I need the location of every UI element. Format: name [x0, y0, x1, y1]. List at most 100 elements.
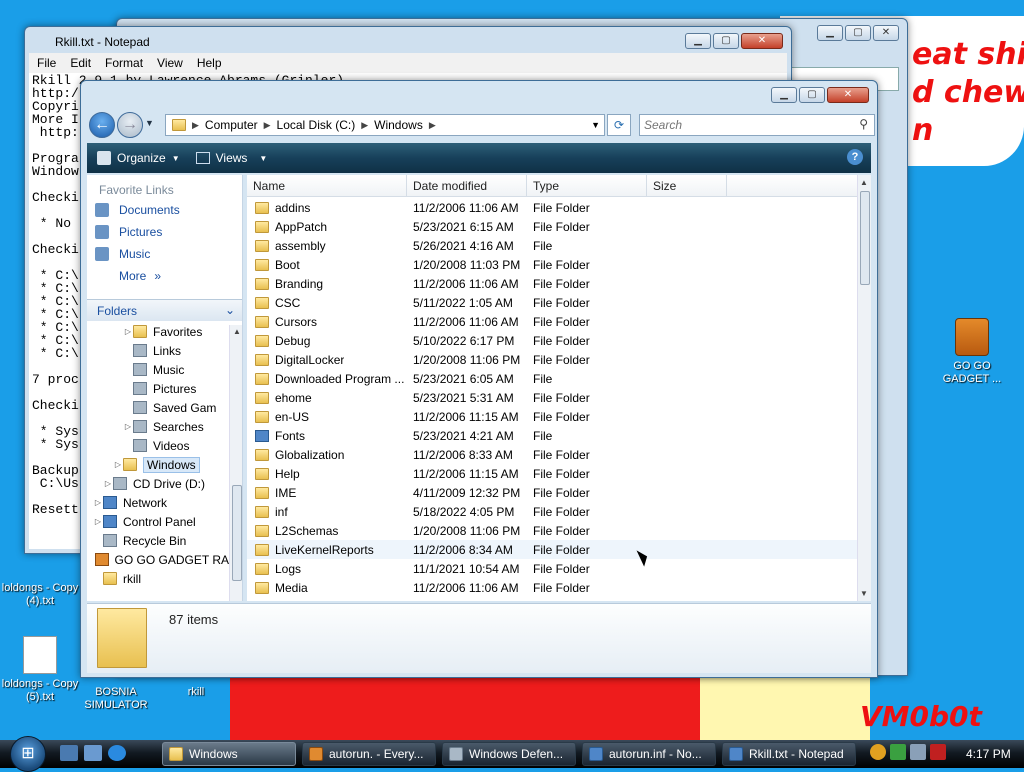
maximize-button[interactable]: ▢	[799, 87, 825, 103]
scroll-up-icon[interactable]: ▲	[233, 327, 241, 336]
tree-item[interactable]: ▷ Windows	[87, 455, 229, 474]
file-row[interactable]: Cursors 11/2/2006 11:06 AM File Folder	[247, 312, 857, 331]
tree-item[interactable]: Pictures	[87, 379, 229, 398]
close-button[interactable]: ✕	[741, 33, 783, 49]
explorer-window[interactable]: ▁ ▢ ✕ ← → ▼ ▶ Computer ▶ Local Disk (C:)…	[80, 80, 878, 678]
switch-windows-icon[interactable]	[84, 745, 102, 761]
file-row[interactable]: LiveKernelReports 11/2/2006 8:34 AM File F…	[247, 540, 857, 559]
breadcrumb-computer[interactable]: Computer	[199, 118, 264, 132]
file-row[interactable]: Debug 5/10/2022 6:17 PM File Folder	[247, 331, 857, 350]
tree-item[interactable]: Music	[87, 360, 229, 379]
tree-item[interactable]: ▷ Favorites	[87, 322, 229, 341]
clock[interactable]: 4:17 PM	[966, 747, 1011, 761]
network-icon[interactable]	[910, 744, 926, 760]
taskbar-button[interactable]: autorun.inf - No...	[582, 742, 716, 766]
search-input[interactable]	[644, 116, 844, 134]
column-size[interactable]: Size	[647, 175, 727, 196]
scrollbar-thumb[interactable]	[232, 485, 242, 581]
file-row[interactable]: AppPatch 5/23/2021 6:15 AM File Folder	[247, 217, 857, 236]
breadcrumb-windows[interactable]: Windows	[368, 118, 429, 132]
start-button[interactable]: ⊞	[10, 736, 46, 772]
favorite-links-more[interactable]: More »	[87, 265, 242, 287]
file-row[interactable]: Logs 11/1/2021 10:54 AM File Folder	[247, 559, 857, 578]
file-row[interactable]: DigitalLocker 1/20/2008 11:06 PM File Fold…	[247, 350, 857, 369]
expand-icon[interactable]: ▷	[113, 460, 123, 469]
file-row[interactable]: Help 11/2/2006 11:15 AM File Folder	[247, 464, 857, 483]
file-row[interactable]: Downloaded Program ... 5/23/2021 6:05 AM F…	[247, 369, 857, 388]
search-icon[interactable]: ⚲	[859, 117, 868, 131]
file-list-scrollbar[interactable]: ▲ ▼	[857, 175, 871, 601]
tree-item[interactable]: ▷ CD Drive (D:)	[87, 474, 229, 493]
search-icon[interactable]	[870, 744, 886, 760]
minimize-button[interactable]: ▁	[771, 87, 797, 103]
menu-format[interactable]: Format	[105, 56, 143, 70]
file-row[interactable]: addins 11/2/2006 11:06 AM File Folder	[247, 198, 857, 217]
expand-icon[interactable]: ▷	[123, 327, 133, 336]
file-row[interactable]: assembly 5/26/2021 4:16 AM File	[247, 236, 857, 255]
favorite-link-documents[interactable]: Documents	[87, 199, 242, 221]
expand-icon[interactable]: ▷	[93, 498, 103, 507]
menu-view[interactable]: View	[157, 56, 183, 70]
favorite-link-music[interactable]: Music	[87, 243, 242, 265]
maximize-button[interactable]: ▢	[713, 33, 739, 49]
file-row[interactable]: Branding 11/2/2006 11:06 AM File Folder	[247, 274, 857, 293]
expand-icon[interactable]: ▷	[103, 479, 113, 488]
expand-icon[interactable]: ▷	[93, 517, 103, 526]
taskbar-button[interactable]: Windows Defen...	[442, 742, 576, 766]
file-row[interactable]: IME 4/11/2009 12:32 PM File Folder	[247, 483, 857, 502]
desktop-icon-loldongs-4[interactable]: loldongs - Copy (4).txt	[0, 582, 80, 608]
minimize-button[interactable]: ▁	[817, 25, 843, 41]
favorite-link-pictures[interactable]: Pictures	[87, 221, 242, 243]
scrollbar-thumb[interactable]	[860, 191, 870, 285]
chevron-down-icon[interactable]: ▼	[591, 120, 600, 130]
tree-item[interactable]: Recycle Bin	[87, 531, 229, 550]
tree-item[interactable]: Saved Gam	[87, 398, 229, 417]
desktop-icon-bosnia-simulator[interactable]: BOSNIA SIMULATOR	[76, 686, 156, 712]
views-button[interactable]: Views ▼	[195, 151, 267, 165]
organize-button[interactable]: Organize ▼	[97, 151, 180, 165]
maximize-button[interactable]: ▢	[845, 25, 871, 41]
scroll-up-icon[interactable]: ▲	[860, 178, 868, 187]
refresh-button[interactable]: ⟳	[607, 114, 631, 136]
file-row[interactable]: CSC 5/11/2022 1:05 AM File Folder	[247, 293, 857, 312]
file-row[interactable]: en-US 11/2/2006 11:15 AM File Folder	[247, 407, 857, 426]
desktop-icon-rkill[interactable]: rkill	[156, 686, 236, 699]
minimize-button[interactable]: ▁	[685, 33, 711, 49]
menu-help[interactable]: Help	[197, 56, 222, 70]
file-row[interactable]: Boot 1/20/2008 11:03 PM File Folder	[247, 255, 857, 274]
taskbar-button[interactable]: Rkill.txt - Notepad	[722, 742, 856, 766]
file-row[interactable]: inf 5/18/2022 4:05 PM File Folder	[247, 502, 857, 521]
tree-item[interactable]: ▷ Network	[87, 493, 229, 512]
file-row[interactable]: L2Schemas 1/20/2008 11:06 PM File Folder	[247, 521, 857, 540]
internet-explorer-icon[interactable]	[108, 745, 126, 761]
file-row[interactable]: Globalization 11/2/2006 8:33 AM File Folde…	[247, 445, 857, 464]
recent-pages-icon[interactable]: ▼	[145, 118, 154, 128]
tree-item[interactable]: GO GO GADGET RA	[87, 550, 229, 569]
folders-header[interactable]: Folders ⌄	[87, 299, 242, 321]
column-type[interactable]: Type	[527, 175, 647, 196]
desktop-icon-go-go-gadget[interactable]: GO GO GADGET ...	[932, 318, 1012, 386]
tree-item[interactable]: rkill	[87, 569, 229, 588]
breadcrumb-local-disk[interactable]: Local Disk (C:)	[271, 118, 362, 132]
scroll-down-icon[interactable]: ▼	[860, 589, 868, 598]
security-shield-icon[interactable]	[890, 744, 906, 760]
volume-muted-icon[interactable]	[930, 744, 946, 760]
menu-file[interactable]: File	[37, 56, 56, 70]
expand-icon[interactable]: ▷	[123, 422, 133, 431]
close-button[interactable]: ✕	[873, 25, 899, 41]
forward-button[interactable]: →	[117, 112, 143, 138]
tree-item[interactable]: Videos	[87, 436, 229, 455]
folder-tree-scrollbar[interactable]: ▲	[229, 325, 242, 601]
column-date-modified[interactable]: Date modified	[407, 175, 527, 196]
tree-item[interactable]: ▷ Searches	[87, 417, 229, 436]
column-name[interactable]: Name	[247, 175, 407, 196]
taskbar-button[interactable]: Windows	[162, 742, 296, 766]
help-icon[interactable]: ?	[847, 149, 863, 165]
file-row[interactable]: Fonts 5/23/2021 4:21 AM File	[247, 426, 857, 445]
taskbar-button[interactable]: autorun. - Every...	[302, 742, 436, 766]
desktop-icon-loldongs-5[interactable]: loldongs - Copy (5).txt	[0, 636, 80, 704]
file-row[interactable]: ehome 5/23/2021 5:31 AM File Folder	[247, 388, 857, 407]
back-button[interactable]: ←	[89, 112, 115, 138]
menu-edit[interactable]: Edit	[70, 56, 91, 70]
file-row[interactable]: Media 11/2/2006 11:06 AM File Folder	[247, 578, 857, 597]
